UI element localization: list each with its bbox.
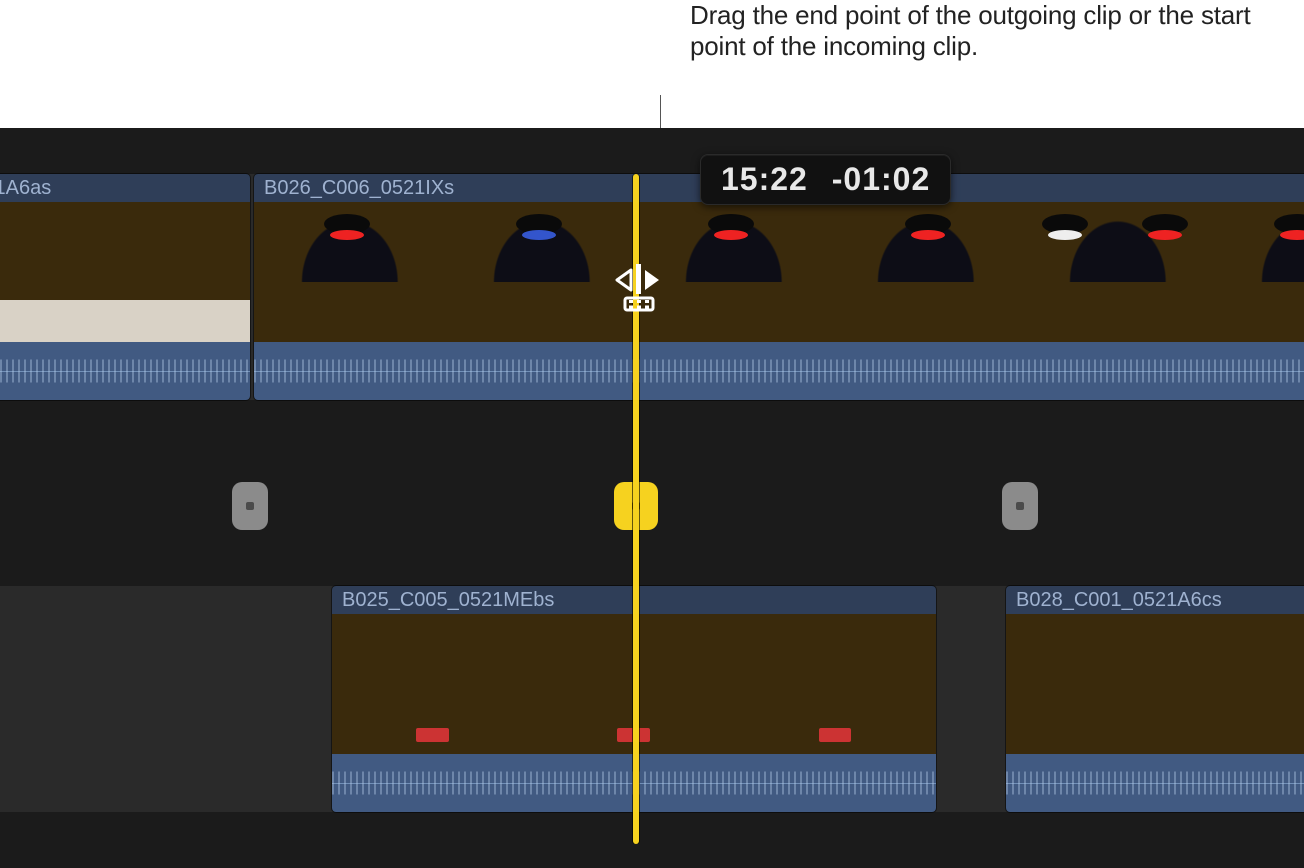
- clip-audio[interactable]: [1006, 754, 1304, 812]
- marker-standard[interactable]: [1002, 482, 1038, 530]
- clip-thumbnails: [0, 202, 250, 342]
- marker-lane: [0, 454, 1304, 544]
- clip-audio[interactable]: [0, 342, 250, 400]
- clip-connected-d[interactable]: B028_C001_0521A6cs: [1006, 586, 1304, 812]
- clip-thumbnails: [254, 202, 1304, 342]
- timecode-duration: 15:22: [721, 161, 808, 197]
- clip-name-label: B028_C001_0521A6cs: [1006, 586, 1304, 614]
- clip-thumbnails: [1006, 614, 1304, 754]
- connected-clip-track[interactable]: B025_C005_0521MEbs B028_C001_0521A6cs: [0, 586, 1304, 812]
- clip-outgoing-a[interactable]: _0521A6as: [0, 174, 250, 400]
- clip-name-label: _0521A6as: [0, 174, 250, 202]
- clip-incoming-b[interactable]: B026_C006_0521IXs: [254, 174, 1304, 400]
- playhead[interactable]: [633, 174, 639, 844]
- marker-standard[interactable]: [232, 482, 268, 530]
- clip-audio[interactable]: [254, 342, 1304, 400]
- timeline[interactable]: _0521A6as B026_C006_0521IXs: [0, 128, 1304, 868]
- timecode-tooltip: 15:22 -01:02: [700, 154, 951, 205]
- timecode-delta: -01:02: [832, 161, 931, 197]
- primary-storyline-track[interactable]: _0521A6as B026_C006_0521IXs: [0, 174, 1304, 400]
- callout-annotation: Drag the end point of the outgoing clip …: [690, 0, 1304, 62]
